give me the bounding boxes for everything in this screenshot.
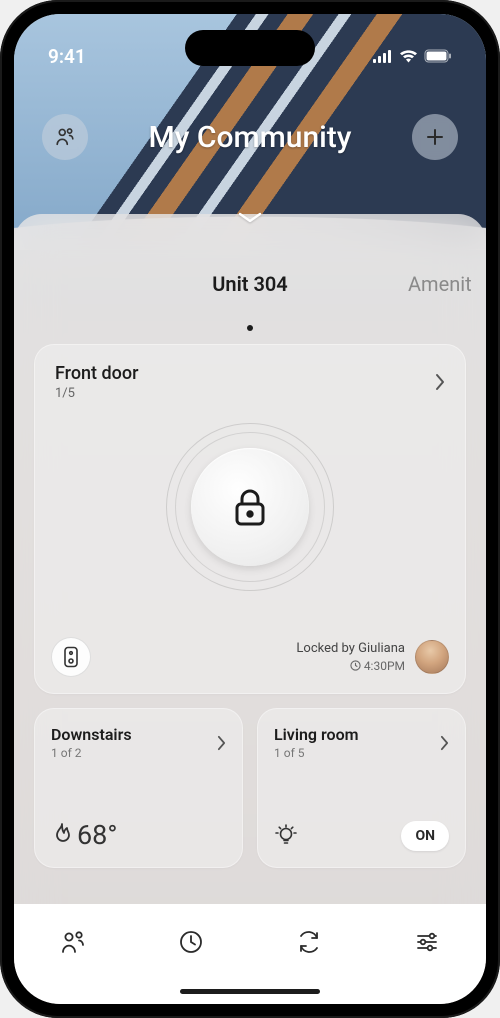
header: My Community bbox=[14, 114, 486, 160]
people-icon bbox=[59, 928, 87, 956]
battery-icon bbox=[424, 49, 452, 63]
card-count: 1/5 bbox=[55, 386, 138, 401]
sync-icon bbox=[295, 928, 323, 956]
tab-unit[interactable]: Unit 304 bbox=[194, 272, 305, 296]
locked-by-label: Locked by Giuliana bbox=[296, 640, 405, 658]
plus-icon bbox=[425, 127, 445, 147]
card-count: 1 of 2 bbox=[51, 746, 132, 760]
chevron-right-icon bbox=[217, 735, 226, 751]
clock-icon bbox=[350, 660, 361, 671]
lock-control[interactable] bbox=[166, 423, 334, 591]
flame-icon bbox=[51, 822, 73, 848]
phone-frame: 9:41 My Community bbox=[0, 0, 500, 1018]
bottom-nav bbox=[14, 904, 486, 1004]
cellular-icon bbox=[373, 50, 393, 63]
tab-amenities[interactable]: Amenit bbox=[390, 272, 486, 296]
light-toggle[interactable]: ON bbox=[401, 821, 449, 851]
intercom-button[interactable] bbox=[51, 637, 91, 677]
page-indicator bbox=[14, 316, 486, 335]
card-title: Living room bbox=[274, 725, 359, 744]
card-living-room[interactable]: Living room 1 of 5 bbox=[257, 708, 466, 868]
card-downstairs[interactable]: Downstairs 1 of 2 bbox=[34, 708, 243, 868]
wifi-icon bbox=[399, 49, 418, 63]
lock-icon bbox=[232, 486, 268, 528]
intercom-icon bbox=[63, 646, 79, 668]
page-title: My Community bbox=[149, 120, 352, 155]
card-title: Downstairs bbox=[51, 725, 132, 744]
nav-settings[interactable] bbox=[411, 926, 443, 958]
card-count: 1 of 5 bbox=[274, 746, 359, 760]
tabs[interactable]: Unit 304 Amenit bbox=[14, 272, 486, 312]
nav-sync[interactable] bbox=[293, 926, 325, 958]
profile-button[interactable] bbox=[42, 114, 88, 160]
chevron-down-icon[interactable] bbox=[236, 209, 264, 225]
nav-people[interactable] bbox=[57, 926, 89, 958]
screen: 9:41 My Community bbox=[14, 14, 486, 1004]
card-front-door[interactable]: Front door 1/5 bbox=[34, 344, 466, 694]
temperature-value: 68° bbox=[77, 819, 117, 851]
nav-activity[interactable] bbox=[175, 926, 207, 958]
status-time: 9:41 bbox=[48, 45, 86, 68]
avatar[interactable] bbox=[415, 640, 449, 674]
notch bbox=[185, 30, 315, 66]
lightbulb-icon bbox=[274, 823, 298, 849]
chevron-right-icon bbox=[435, 373, 445, 391]
lock-status: Locked by Giuliana 4:30PM bbox=[296, 640, 449, 674]
chevron-right-icon bbox=[440, 735, 449, 751]
clock-icon bbox=[177, 928, 205, 956]
person-icon bbox=[54, 126, 76, 148]
locked-time: 4:30PM bbox=[364, 658, 405, 674]
card-title: Front door bbox=[55, 363, 138, 384]
toggle-state: ON bbox=[415, 828, 435, 844]
home-indicator[interactable] bbox=[180, 989, 320, 994]
content-sheet: Unit 304 Amenit Front door 1/5 bbox=[14, 214, 486, 1004]
sliders-icon bbox=[413, 928, 441, 956]
add-button[interactable] bbox=[412, 114, 458, 160]
